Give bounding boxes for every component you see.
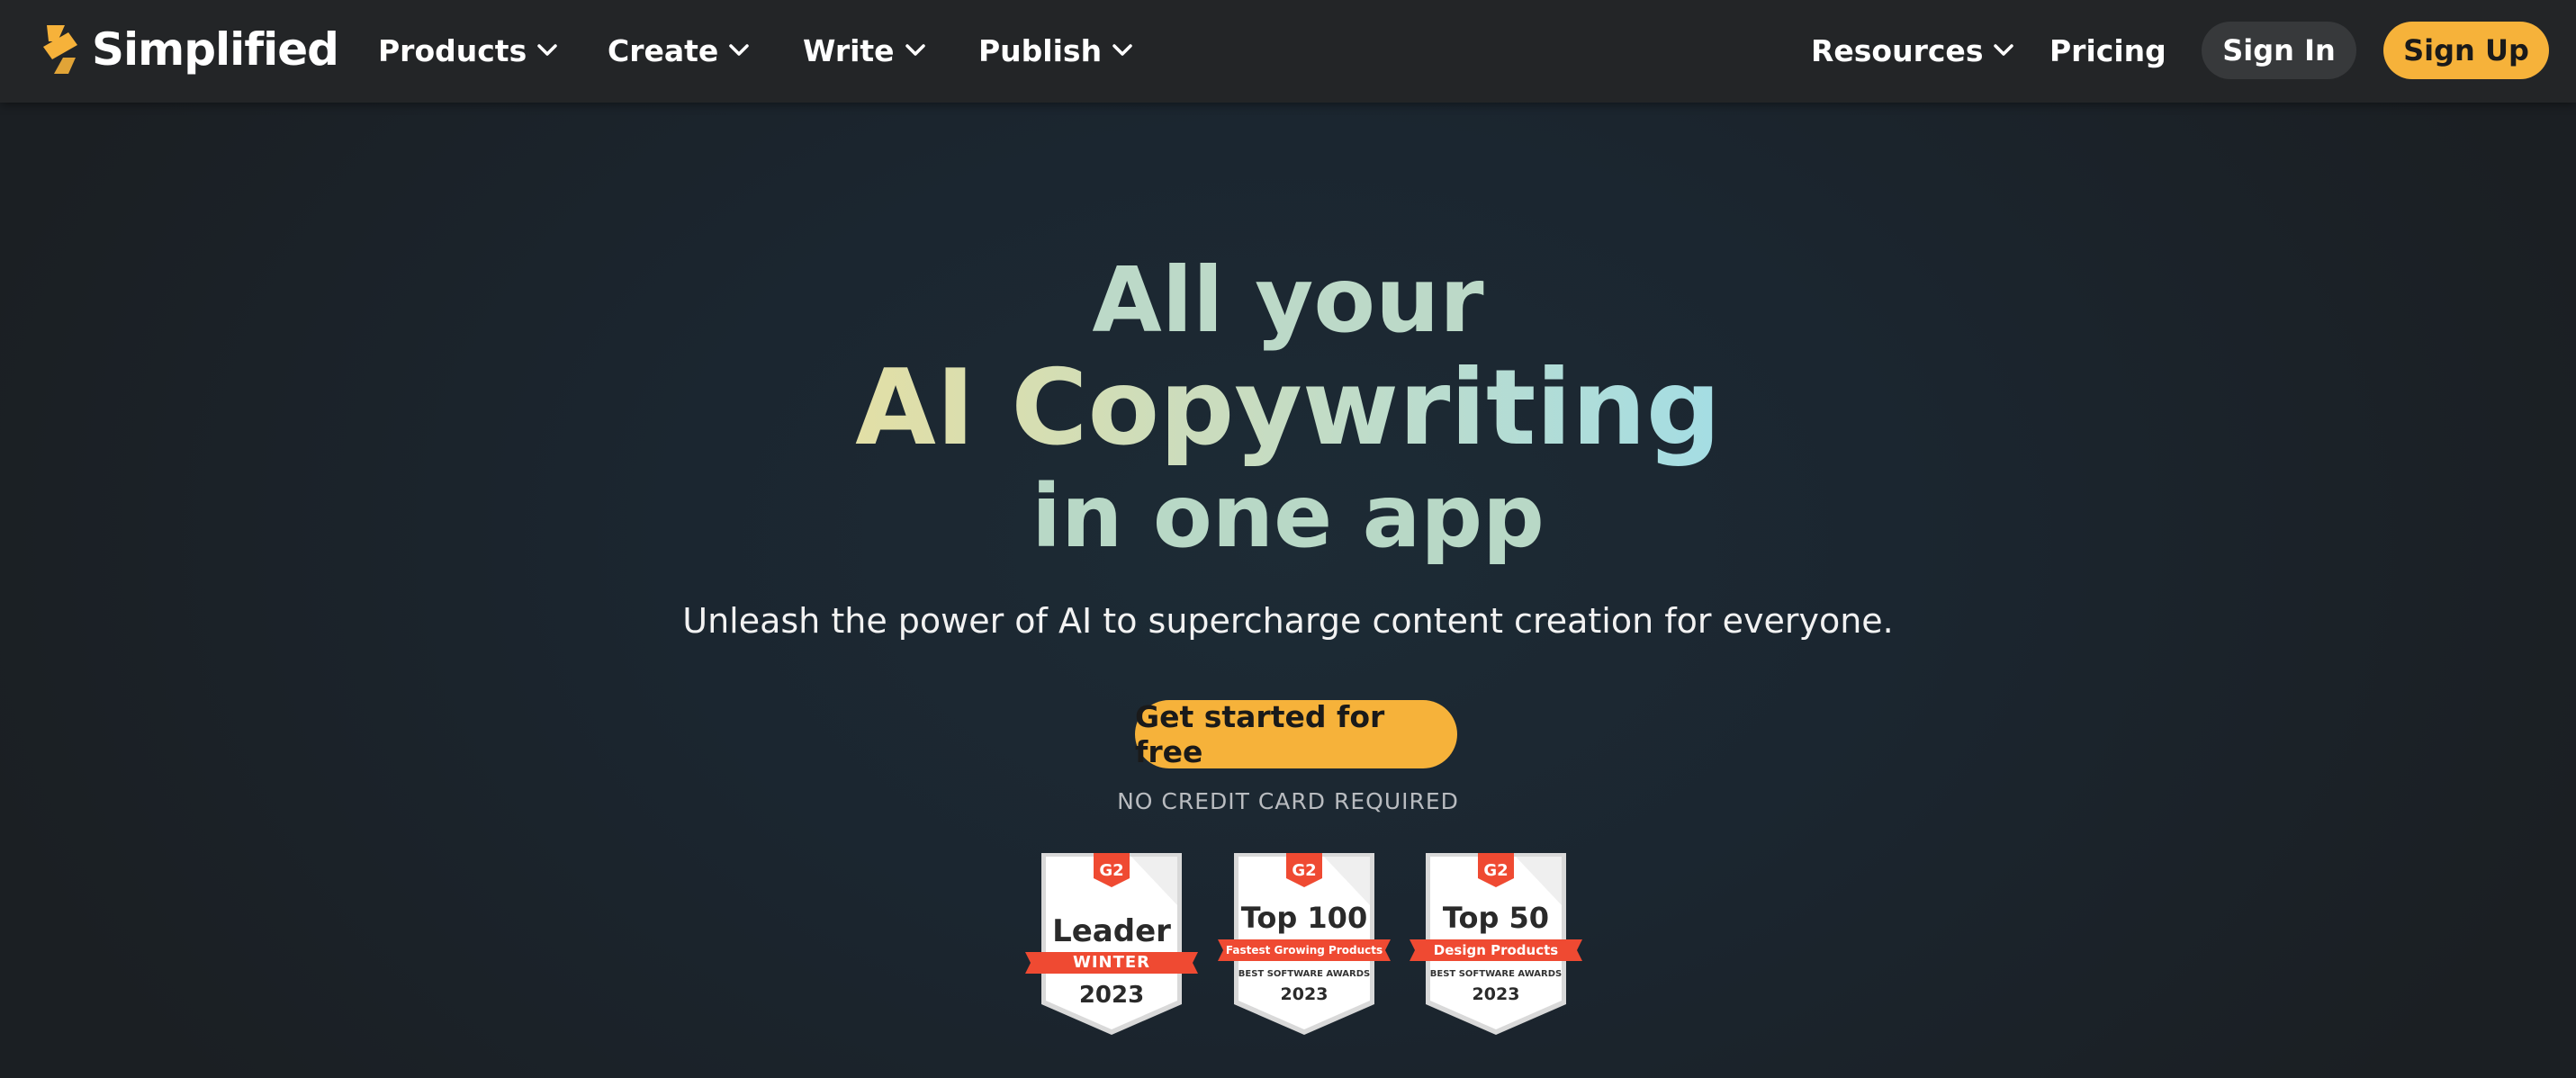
get-started-button[interactable]: Get started for free: [1135, 699, 1457, 769]
chevron-down-icon: [905, 44, 925, 56]
hero-heading-line-2: AI Copywriting: [0, 356, 2576, 461]
badge-ribbon-text: Fastest Growing Products: [1225, 944, 1383, 957]
hero-heading-line-1: All your: [1092, 247, 1484, 353]
nav-create[interactable]: Create: [608, 25, 750, 76]
sign-up-button[interactable]: Sign Up: [2383, 22, 2549, 79]
nav-pricing-label: Pricing: [2049, 32, 2166, 68]
logo-text: Simplified: [92, 23, 339, 76]
badge-title: Leader: [1052, 913, 1171, 949]
badge-year: 2023: [1472, 984, 1520, 1004]
simplified-bolt-icon: [43, 25, 77, 74]
nav-create-label: Create: [608, 32, 719, 68]
nav-publish[interactable]: Publish: [978, 25, 1132, 76]
hero-heading-line-3: in one app: [1031, 466, 1545, 567]
hero-section: All your AI Copywriting in one app Unlea…: [0, 103, 2576, 1078]
chevron-down-icon: [1112, 44, 1132, 56]
hero-subtitle: Unleash the power of AI to supercharge c…: [682, 601, 1894, 641]
badge-title: Top 50: [1442, 901, 1550, 935]
chevron-down-icon: [537, 44, 557, 56]
badge-ribbon-text: Design Products: [1433, 942, 1559, 958]
g2-badge-leader: G2 Leader WINTER 2023: [1023, 851, 1200, 1037]
nav-resources[interactable]: Resources: [1811, 25, 2014, 76]
badge-award-text: BEST SOFTWARE AWARDS: [1429, 969, 1563, 979]
badge-year: 2023: [1078, 982, 1145, 1009]
sign-in-button[interactable]: Sign In: [2202, 22, 2356, 79]
nav-products[interactable]: Products: [378, 25, 557, 76]
g2-logo-icon: G2: [1483, 861, 1508, 880]
chevron-down-icon: [729, 44, 750, 56]
badge-title: Top 100: [1240, 901, 1368, 935]
g2-logo-icon: G2: [1099, 861, 1123, 880]
badge-year: 2023: [1280, 984, 1329, 1004]
g2-badge-top-100: G2 Top 100 Fastest Growing Products BEST…: [1216, 851, 1392, 1037]
navbar: Simplified Products Create Write Publish…: [0, 0, 2576, 103]
brand-logo[interactable]: Simplified: [41, 22, 339, 77]
hero-heading-highlight: AI Copywriting: [855, 347, 1721, 469]
nav-resources-label: Resources: [1811, 32, 1984, 68]
nav-pricing[interactable]: Pricing: [2049, 25, 2166, 76]
nav-write[interactable]: Write: [803, 25, 925, 76]
g2-logo-icon: G2: [1292, 861, 1316, 880]
badge-award-text: BEST SOFTWARE AWARDS: [1238, 969, 1371, 979]
nav-products-label: Products: [378, 32, 527, 68]
no-credit-card-note: NO CREDIT CARD REQUIRED: [1117, 788, 1459, 814]
nav-write-label: Write: [803, 32, 895, 68]
nav-publish-label: Publish: [978, 32, 1103, 68]
g2-badge-top-50: G2 Top 50 Design Products BEST SOFTWARE …: [1408, 851, 1584, 1037]
badge-ribbon-text: WINTER: [1072, 953, 1151, 972]
chevron-down-icon: [1994, 44, 2014, 56]
